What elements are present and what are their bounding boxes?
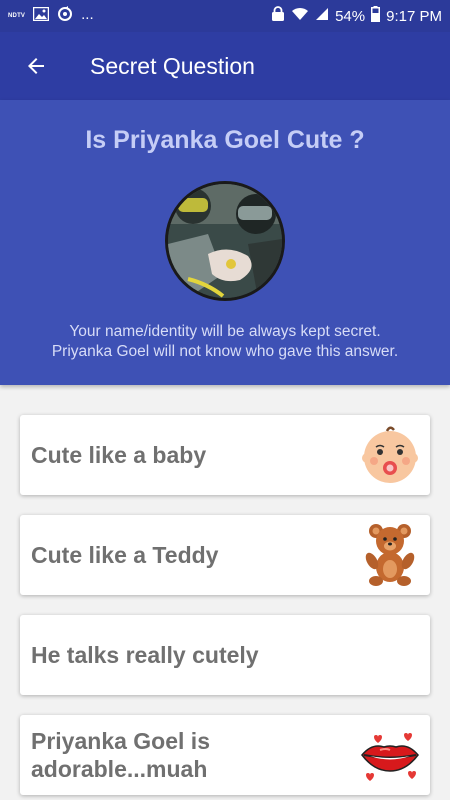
battery-icon [371,6,381,26]
answer-card-baby[interactable]: Cute like a baby [20,415,430,495]
battery-percent: 54% [335,7,366,25]
ndtv-icon: NDTV [8,13,26,19]
answer-card-adorable[interactable]: Priyanka Goel is adorable...muah [20,715,430,795]
baby-emoji-icon [358,423,422,487]
wifi-icon [291,7,309,25]
teddy-bear-icon [358,523,422,587]
lock-icon [271,6,285,26]
question-text: Is Priyanka Goel Cute ? [85,126,365,154]
answer-label: He talks really cutely [31,642,259,668]
privacy-note: Your name/identity will be always kept s… [0,322,450,362]
sync-icon [57,6,73,26]
back-button[interactable] [4,32,68,100]
answer-label: Cute like a baby [31,442,207,468]
app-bar: Secret Question [0,32,450,100]
answer-card-talks[interactable]: He talks really cutely [20,615,430,695]
avatar [165,181,285,301]
signal-icon [315,7,329,25]
answer-label: Priyanka Goel is adorable...muah [31,728,210,782]
overflow-dots: ... [81,5,94,23]
privacy-note-line-2: Priyanka Goel will not know who gave thi… [51,343,399,360]
kiss-lips-icon [358,723,422,787]
answer-card-teddy[interactable]: Cute like a Teddy [20,515,430,595]
privacy-note-line-1: Your name/identity will be always kept s… [69,323,381,340]
clock: 9:17 PM [386,7,442,25]
page-title: Secret Question [90,52,255,79]
answer-label: Cute like a Teddy [31,542,219,568]
status-bar: NDTV ... 54% 9:17 PM [0,0,450,32]
arrow-back-icon [28,58,44,74]
image-icon [32,6,50,25]
